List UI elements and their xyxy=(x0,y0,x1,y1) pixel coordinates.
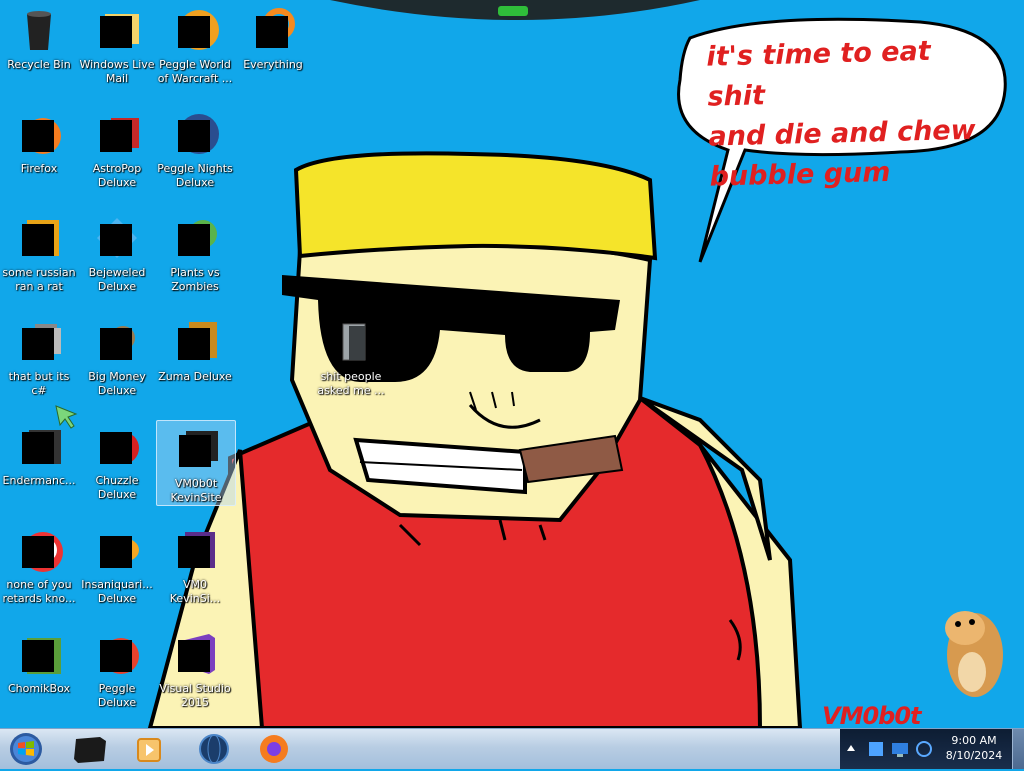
icon-label: Insaniquari... Deluxe xyxy=(81,578,153,605)
astropop-icon xyxy=(93,110,141,158)
bejeweled-icon xyxy=(93,214,141,262)
zuma-icon xyxy=(171,318,219,366)
desktop-icon-vm0b0t-kevinsite[interactable]: VM0b0t KevinSite xyxy=(156,420,236,506)
desktop-icon-bejeweled[interactable]: Bejeweled Deluxe xyxy=(78,210,156,294)
big-money-icon xyxy=(93,318,141,366)
speech-line: it's time to eat shit xyxy=(706,35,931,113)
icon-label: shit people asked me ... xyxy=(317,370,385,397)
desktop-icon-peggle-nights[interactable]: Peggle Nights Deluxe xyxy=(156,106,234,190)
insaniquarium-icon xyxy=(93,526,141,574)
globe-icon xyxy=(199,734,229,764)
mail-icon xyxy=(93,6,141,54)
folder-stack-icon xyxy=(15,318,63,366)
terminal-icon xyxy=(74,737,106,763)
taskbar-globe-button[interactable] xyxy=(186,731,242,767)
desktop-icon-chomikbox[interactable]: ChomikBox xyxy=(0,626,78,696)
icon-label: Peggle Deluxe xyxy=(97,682,137,709)
icon-label: Big Money Deluxe xyxy=(88,370,146,397)
windows-start-icon xyxy=(10,733,42,765)
firefox-icon xyxy=(15,110,63,158)
icon-label: Everything xyxy=(243,58,303,71)
speech-bubble-text: it's time to eat shit and die and chew b… xyxy=(706,30,990,197)
chuzzle-icon xyxy=(93,422,141,470)
chomikbox-icon xyxy=(15,630,63,678)
icon-label: some russian ran a rat xyxy=(2,266,76,293)
desktop-icon-everything[interactable]: Everything xyxy=(234,2,312,72)
desktop: it's time to eat shit and die and chew b… xyxy=(0,0,1024,728)
vm-icon xyxy=(172,425,220,473)
icon-label: Endermanc... xyxy=(2,474,76,487)
tray-expand-icon[interactable] xyxy=(846,741,856,755)
speech-line: bubble gum xyxy=(709,156,891,193)
desktop-icon-big-money[interactable]: Big Money Deluxe xyxy=(78,314,156,398)
icon-label: Plants vs Zombies xyxy=(170,266,220,293)
network-icon[interactable] xyxy=(890,739,910,759)
desktop-icon-shit-people-asked[interactable]: shit people asked me ... xyxy=(312,314,390,398)
icon-label: Chuzzle Deluxe xyxy=(95,474,139,501)
desktop-icon-none-of-you[interactable]: none of you retards kno... xyxy=(0,522,78,606)
tray-app-icon[interactable] xyxy=(866,739,886,759)
icon-label: Peggle World of Warcraft ... xyxy=(157,58,233,85)
icon-label: VM0 KevinSi... xyxy=(169,578,221,605)
icon-label: that but its c# xyxy=(8,370,70,397)
icon-label: ChomikBox xyxy=(8,682,70,695)
desktop-icon-firefox[interactable]: Firefox xyxy=(0,106,78,176)
desktop-icon-vm0-kevinsite[interactable]: VM0 KevinSi... xyxy=(156,522,234,606)
visual-studio-icon xyxy=(171,630,219,678)
desktop-icon-zuma[interactable]: Zuma Deluxe xyxy=(156,314,234,384)
taskbar-media-player-button[interactable] xyxy=(122,731,178,767)
peggle-icon xyxy=(171,6,219,54)
desktop-icon-recycle-bin[interactable]: Recycle Bin xyxy=(0,2,78,72)
clock-date: 8/10/2024 xyxy=(945,749,1003,762)
start-button[interactable] xyxy=(4,731,48,767)
search-icon xyxy=(249,6,297,54)
desktop-icon-astropop[interactable]: AstroPop Deluxe xyxy=(78,106,156,190)
icon-label: Bejeweled Deluxe xyxy=(88,266,146,293)
app-icon xyxy=(15,214,63,262)
wallpaper-signature: VM0b0t xyxy=(822,702,922,728)
icon-label: Peggle Nights Deluxe xyxy=(157,162,233,189)
show-desktop-button[interactable] xyxy=(1012,729,1024,769)
desktop-icon-that-but-its-c[interactable]: that but its c# xyxy=(0,314,78,398)
taskbar: 9:00 AM 8/10/2024 xyxy=(0,728,1024,769)
desktop-icon-insaniquarium[interactable]: Insaniquari... Deluxe xyxy=(78,522,156,606)
plants-vs-zombies-icon xyxy=(171,214,219,262)
icon-label: Windows Live Mail xyxy=(79,58,155,85)
peggle-icon xyxy=(93,630,141,678)
icon-label: AstroPop Deluxe xyxy=(92,162,142,189)
folder-icon xyxy=(327,318,375,366)
desktop-icon-plants-vs-zombies[interactable]: Plants vs Zombies xyxy=(156,210,234,294)
file-icon xyxy=(171,526,219,574)
taskbar-firefox-button[interactable] xyxy=(246,731,302,767)
icon-label: Firefox xyxy=(20,162,58,175)
icon-label: Recycle Bin xyxy=(7,58,71,71)
desktop-icon-chuzzle[interactable]: Chuzzle Deluxe xyxy=(78,418,156,502)
taskbar-clock[interactable]: 9:00 AM 8/10/2024 xyxy=(938,733,1010,763)
desktop-icon-some-russian[interactable]: some russian ran a rat xyxy=(0,210,78,294)
volume-icon[interactable] xyxy=(914,739,934,759)
app-icon xyxy=(15,526,63,574)
desktop-icon-peggle-deluxe[interactable]: Peggle Deluxe xyxy=(78,626,156,710)
icon-label: VM0b0t KevinSite xyxy=(170,477,222,504)
speech-line: and die and chew xyxy=(708,114,976,153)
icon-label: Zuma Deluxe xyxy=(158,370,232,383)
icon-label: Visual Studio 2015 xyxy=(159,682,231,709)
mouse-cursor-icon xyxy=(55,405,78,429)
desktop-icon-peggle-wow[interactable]: Peggle World of Warcraft ... xyxy=(156,2,234,86)
icon-label: none of you retards kno... xyxy=(2,578,76,605)
desktop-icon-windows-live-mail[interactable]: Windows Live Mail xyxy=(78,2,156,86)
recycle-bin-icon xyxy=(15,6,63,54)
desktop-icon-visual-studio-2015[interactable]: Visual Studio 2015 xyxy=(156,626,234,710)
peggle-nights-icon xyxy=(171,110,219,158)
media-player-icon xyxy=(137,738,161,762)
clock-time: 9:00 AM xyxy=(951,734,997,747)
firefox-icon xyxy=(260,735,288,763)
taskbar-terminal-button[interactable] xyxy=(62,731,118,767)
